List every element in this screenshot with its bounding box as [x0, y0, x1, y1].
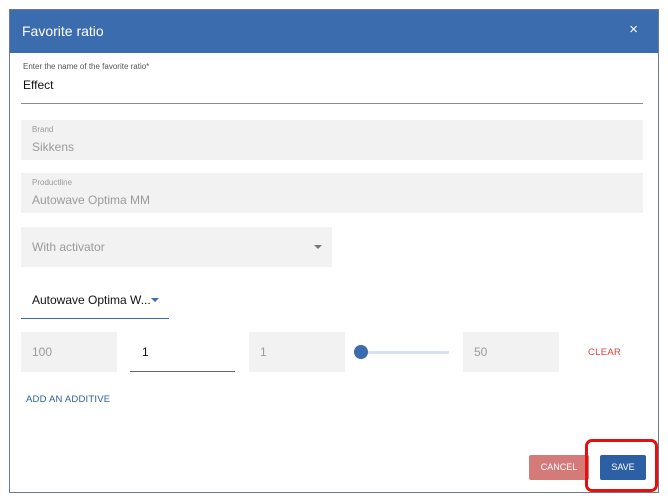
ratio-field-max-value: 50 — [474, 345, 488, 359]
ratio-field-max: 50 — [463, 332, 559, 372]
ratio-field-editable-value[interactable]: 1 — [142, 345, 149, 359]
brand-value: Sikkens — [32, 140, 75, 154]
ratio-field-secondary: 1 — [249, 332, 345, 372]
clear-button[interactable]: CLEAR — [588, 347, 621, 358]
ratio-slider-thumb[interactable] — [354, 345, 368, 359]
activator-value: With activator — [32, 240, 105, 254]
dialog-title: Favorite ratio — [22, 23, 104, 39]
chevron-down-icon — [151, 298, 159, 302]
ratio-field-base-value: 100 — [32, 345, 53, 359]
close-icon[interactable]: × — [629, 21, 638, 38]
ratio-field-editable[interactable]: 1 — [130, 332, 235, 372]
ratio-field-secondary-value: 1 — [260, 345, 267, 359]
product-select[interactable]: Autowave Optima W... — [21, 283, 169, 319]
cancel-button[interactable]: CANCEL — [529, 455, 589, 480]
brand-field: Brand Sikkens — [21, 120, 643, 160]
favorite-name-field[interactable]: Enter the name of the favorite ratio* Ef… — [21, 56, 643, 104]
favorite-name-input[interactable]: Effect — [23, 78, 53, 92]
add-additive-button[interactable]: ADD AN ADDITIVE — [26, 394, 110, 405]
activator-select: With activator — [21, 227, 332, 267]
ratio-field-base: 100 — [21, 332, 117, 372]
productline-field: Productline Autowave Optima MM — [21, 173, 643, 213]
save-highlight-box — [585, 439, 658, 492]
ratio-slider-track[interactable] — [361, 351, 449, 354]
chevron-down-icon — [314, 245, 322, 249]
productline-label: Productline — [32, 178, 73, 187]
dialog-header: Favorite ratio × — [10, 10, 658, 53]
brand-label: Brand — [32, 125, 54, 134]
productline-value: Autowave Optima MM — [32, 193, 151, 207]
product-select-value: Autowave Optima W... — [32, 293, 151, 307]
favorite-name-label: Enter the name of the favorite ratio* — [23, 62, 150, 71]
